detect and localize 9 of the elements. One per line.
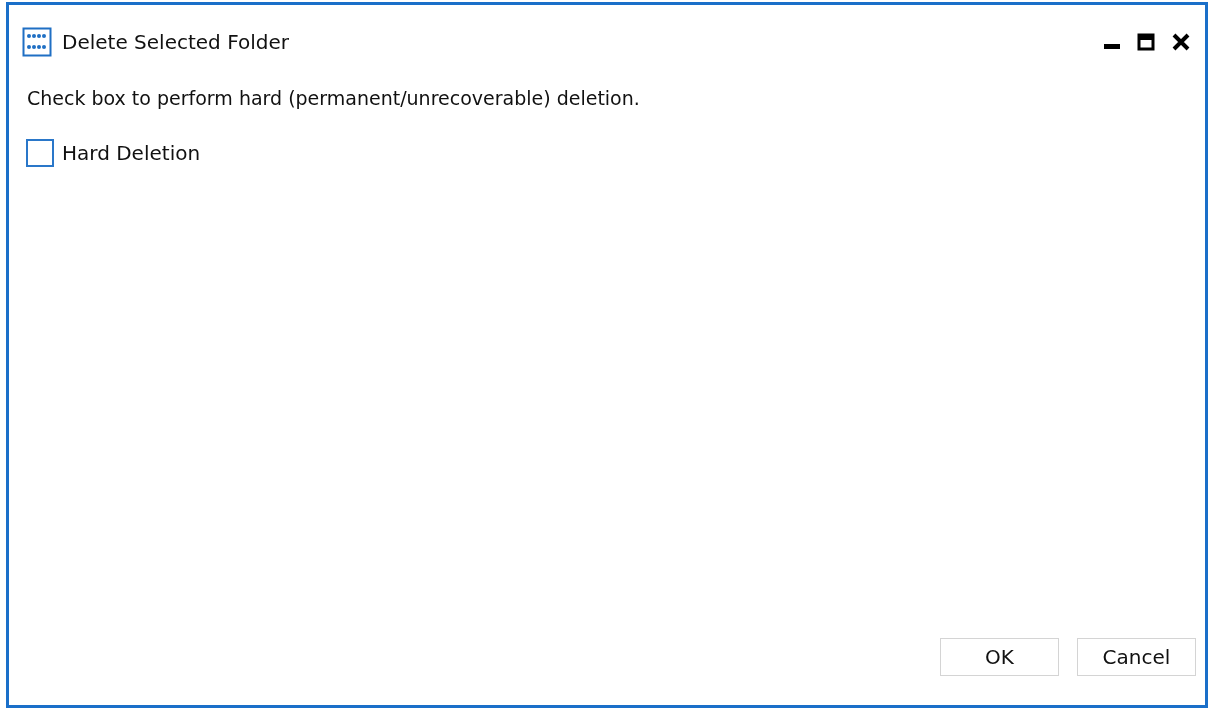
window-title: Delete Selected Folder (62, 29, 289, 54)
maximize-icon[interactable] (1137, 32, 1155, 51)
close-icon[interactable] (1171, 32, 1191, 51)
checkbox-label: Hard Deletion (62, 141, 201, 165)
dialog-button[interactable]: OK (940, 638, 1059, 676)
app-icon (22, 26, 52, 57)
instruction-text: Check box to perform hard (permanent/unrecoverable) deletion. (27, 87, 641, 109)
dialog-button[interactable]: Cancel (1077, 638, 1196, 676)
checkbox[interactable] (26, 139, 54, 167)
